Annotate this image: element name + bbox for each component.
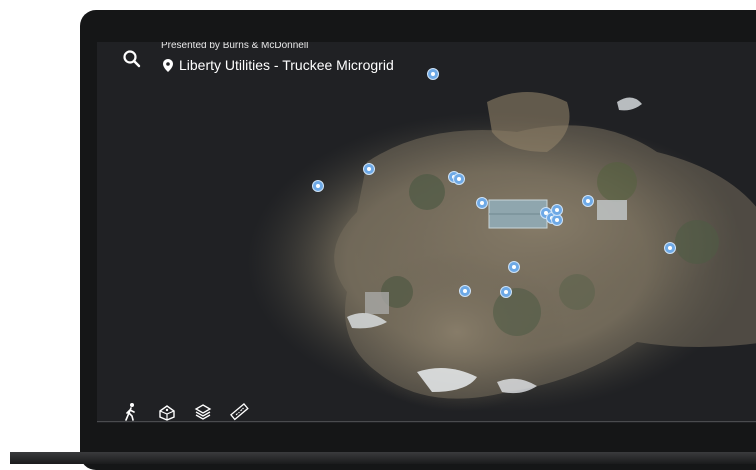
hotspot-tag[interactable] [476, 197, 488, 209]
space-title-row[interactable]: Liberty Utilities - Truckee Microgrid [163, 57, 394, 73]
view-mode-toolbar [121, 402, 249, 422]
3d-scan-model[interactable] [97, 42, 756, 423]
hotspot-tag[interactable] [312, 180, 324, 192]
hotspot-tag[interactable] [582, 195, 594, 207]
hotspot-tag[interactable] [453, 173, 465, 185]
presented-by-text: Presented by Burns & McDonnell [161, 42, 309, 51]
ruler-icon[interactable] [229, 402, 249, 422]
walk-icon[interactable] [121, 402, 141, 422]
location-pin-icon [163, 58, 173, 72]
hotspot-tag[interactable] [664, 242, 676, 254]
search-icon [123, 50, 141, 68]
hotspot-tag[interactable] [500, 286, 512, 298]
hotspot-tag[interactable] [508, 261, 520, 273]
hotspot-tag[interactable] [363, 163, 375, 175]
toolbar-divider [97, 421, 756, 422]
space-title: Liberty Utilities - Truckee Microgrid [179, 57, 394, 73]
search-button[interactable] [121, 48, 143, 70]
viewer-screen[interactable]: Presented by Burns & McDonnell Liberty U… [97, 42, 756, 423]
dollhouse-icon[interactable] [157, 402, 177, 422]
hotspot-tag[interactable] [551, 204, 563, 216]
laptop-base [10, 452, 756, 464]
layers-icon[interactable] [193, 402, 213, 422]
hotspot-tag[interactable] [427, 68, 439, 80]
hotspot-tag[interactable] [459, 285, 471, 297]
